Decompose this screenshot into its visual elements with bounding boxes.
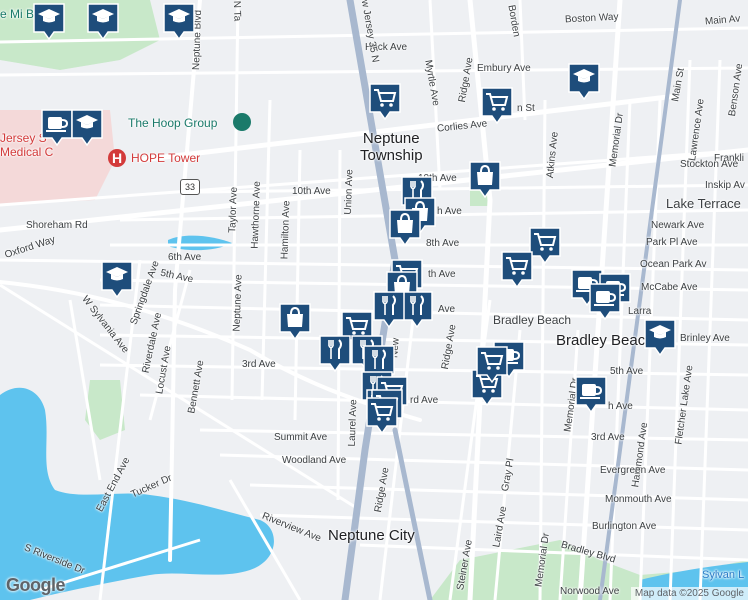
grocery-marker[interactable]: [480, 86, 514, 126]
street-norwood-ave: Norwood Ave: [560, 586, 620, 597]
street-burlington-ave: Burlington Ave: [592, 521, 657, 532]
google-logo: Google: [6, 575, 66, 595]
street-stockton-ave: Stockton Ave: [680, 159, 739, 170]
restaurant-marker[interactable]: [318, 334, 352, 374]
street-second-ave: rd Ave: [410, 395, 439, 406]
shopping-marker[interactable]: [278, 302, 312, 342]
hospital-icon[interactable]: H: [108, 149, 126, 167]
education-marker[interactable]: [70, 108, 104, 148]
street-newark-ave: Newark Ave: [651, 220, 705, 231]
street-ocean-park-ave: Ocean Park Av: [640, 259, 707, 270]
route-33-shield: 33: [180, 179, 200, 195]
street-third-ave: 3rd Ave: [242, 359, 276, 370]
street-hamilton-ave: Hamilton Ave: [279, 200, 293, 260]
street-mccabe-ave: McCabe Ave: [641, 282, 698, 293]
education-marker[interactable]: [567, 62, 601, 102]
town-neptune-city[interactable]: Neptune City: [328, 527, 415, 544]
education-marker[interactable]: [32, 2, 66, 42]
town-bradley-beach[interactable]: Bradley Beach: [556, 332, 654, 349]
education-marker[interactable]: [86, 2, 120, 42]
cafe-marker[interactable]: [588, 282, 622, 322]
street-tenth-ave: 10th Ave: [292, 186, 331, 197]
poi-hoop-group[interactable]: The Hoop Group: [128, 117, 217, 129]
shopping-marker[interactable]: [388, 208, 422, 248]
street-sixth-ave: 6th Ave: [168, 252, 202, 263]
town-neptune-township[interactable]: Neptune Township: [360, 130, 423, 164]
street-n-ta: N Ta: [230, 0, 243, 22]
cafe-marker[interactable]: [574, 375, 608, 415]
grocery-marker[interactable]: [500, 250, 534, 290]
street-laurel-ave: Laurel Ave: [346, 399, 360, 447]
street-fourth-ave: Ave: [438, 304, 456, 315]
street-evergreen-ave: Evergreen Ave: [600, 465, 666, 476]
grocery-marker[interactable]: [475, 345, 509, 385]
street-auburn-st: n St: [517, 103, 535, 114]
grocery-marker[interactable]: [368, 82, 402, 122]
cafe-marker[interactable]: [40, 108, 74, 148]
street-woodland-ave: Woodland Ave: [282, 455, 347, 466]
street-fourth-ave-e: h Ave: [608, 401, 633, 412]
poi-hope-tower[interactable]: HOPE Tower: [131, 152, 200, 164]
map-attribution[interactable]: Map data ©2025 Google: [630, 587, 748, 600]
education-marker[interactable]: [100, 260, 134, 300]
street-neptune-ave: Neptune Ave: [231, 274, 245, 332]
street-embury-ave: Embury Ave: [477, 63, 531, 74]
street-taylor-ave: Taylor Ave: [227, 186, 240, 234]
street-summit-ave: Summit Ave: [274, 432, 328, 443]
street-fifth-ave-e: 5th Ave: [610, 366, 644, 377]
street-eighth-ave: 8th Ave: [426, 238, 460, 249]
street-lake-terrace: Lake Terrace: [666, 196, 741, 211]
education-marker[interactable]: [643, 318, 677, 358]
street-ninth-ave: h Ave: [437, 206, 462, 217]
restaurant-marker[interactable]: [372, 290, 406, 330]
recreation-poi-icon[interactable]: [233, 113, 251, 131]
shopping-marker[interactable]: [468, 160, 502, 200]
street-park-pl-ave: Park Pl Ave: [646, 237, 698, 248]
street-shoreham-rd: Shoreham Rd: [26, 220, 88, 231]
street-union-ave: Union Ave: [342, 169, 356, 215]
street-inskip-ave: Inskip Av: [705, 180, 745, 191]
street-monmouth-ave: Monmouth Ave: [605, 494, 672, 505]
street-third-ave-e: 3rd Ave: [591, 432, 625, 443]
grocery-marker[interactable]: [365, 396, 399, 436]
street-sylvan-lake: Sylvan L: [702, 569, 745, 581]
poi-bradley-beach-station[interactable]: Bradley Beach: [493, 314, 571, 326]
education-marker[interactable]: [162, 2, 196, 42]
street-brinley-ave: Brinley Ave: [680, 333, 730, 344]
street-seventh-ave: th Ave: [428, 269, 456, 280]
